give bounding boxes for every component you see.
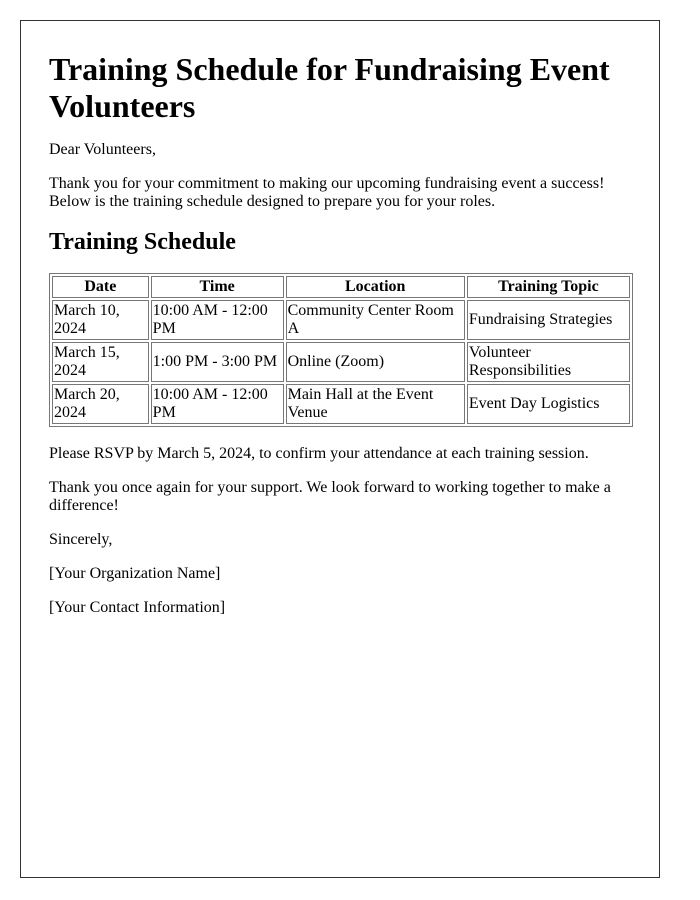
organization-name: [Your Organization Name] bbox=[49, 565, 221, 582]
header-time: Time bbox=[150, 276, 284, 298]
cell-location: Main Hall at the Event Venue bbox=[285, 384, 465, 424]
intro-paragraph: Thank you for your commitment to making … bbox=[49, 175, 605, 210]
cell-location: Online (Zoom) bbox=[285, 342, 465, 382]
greeting: Dear Volunteers, bbox=[49, 141, 156, 158]
table-row: March 15, 2024 1:00 PM - 3:00 PM Online … bbox=[52, 342, 630, 382]
table-header-row: Date Time Location Training Topic bbox=[52, 276, 630, 298]
table-row: March 10, 2024 10:00 AM - 12:00 PM Commu… bbox=[52, 300, 630, 340]
table-row: March 20, 2024 10:00 AM - 12:00 PM Main … bbox=[52, 384, 630, 424]
rsvp-note: Please RSVP by March 5, 2024, to confirm… bbox=[49, 445, 589, 462]
cell-time: 10:00 AM - 12:00 PM bbox=[150, 300, 284, 340]
header-topic: Training Topic bbox=[466, 276, 630, 298]
cell-topic: Fundraising Strategies bbox=[466, 300, 630, 340]
cell-location: Community Center Room A bbox=[285, 300, 465, 340]
page-title: Training Schedule for Fundraising Event … bbox=[49, 51, 610, 124]
contact-info: [Your Contact Information] bbox=[49, 599, 226, 616]
cell-date: March 20, 2024 bbox=[52, 384, 149, 424]
cell-topic: Volunteer Responsibilities bbox=[466, 342, 630, 382]
header-date: Date bbox=[52, 276, 149, 298]
schedule-table: Date Time Location Training Topic March … bbox=[49, 273, 633, 427]
header-location: Location bbox=[285, 276, 465, 298]
letter-page: Training Schedule for Fundraising Event … bbox=[20, 20, 660, 878]
cell-date: March 15, 2024 bbox=[52, 342, 149, 382]
closing-paragraph: Thank you once again for your support. W… bbox=[49, 479, 611, 514]
cell-topic: Event Day Logistics bbox=[466, 384, 630, 424]
schedule-heading: Training Schedule bbox=[49, 229, 236, 255]
cell-time: 1:00 PM - 3:00 PM bbox=[150, 342, 284, 382]
cell-date: March 10, 2024 bbox=[52, 300, 149, 340]
signoff: Sincerely, bbox=[49, 531, 113, 548]
cell-time: 10:00 AM - 12:00 PM bbox=[150, 384, 284, 424]
